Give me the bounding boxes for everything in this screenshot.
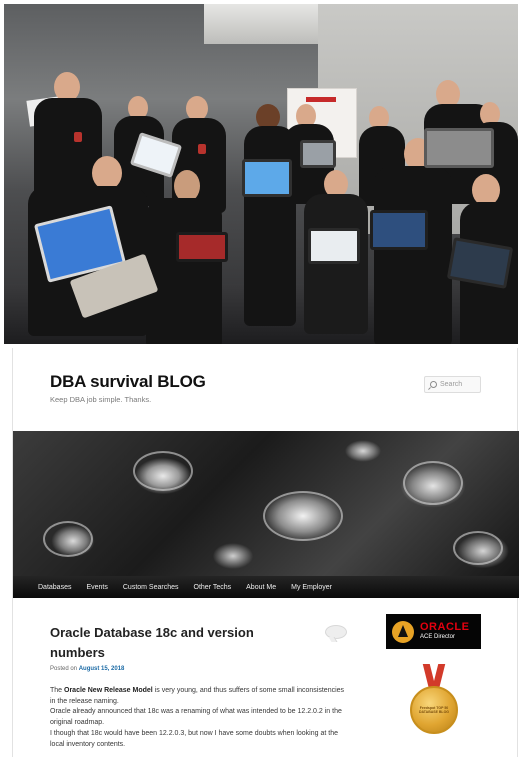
comment-bubble-icon[interactable] — [325, 625, 347, 639]
post-date-link[interactable]: August 15, 2018 — [79, 666, 125, 672]
blog-page: DBA survival BLOG Keep DBA job simple. T… — [12, 348, 519, 757]
ace-logo-icon — [392, 620, 414, 643]
nav-item-about-me[interactable]: About Me — [246, 584, 276, 591]
nav-item-custom-searches[interactable]: Custom Searches — [123, 584, 179, 591]
medal-text: Feedspot TOP 50 DATABASE BLOG — [419, 705, 450, 715]
p1-bold-term: Oracle New Release Model — [64, 687, 153, 694]
post-paragraph: The Oracle New Release Model is very you… — [50, 686, 350, 707]
search-placeholder: Search — [440, 381, 463, 388]
ace-title: ACE Director — [420, 634, 456, 640]
posted-prefix: Posted on — [50, 666, 78, 672]
photo-laptop — [424, 128, 494, 168]
nav-item-my-employer[interactable]: My Employer — [291, 584, 332, 591]
medal-coin-icon: Feedspot TOP 50 DATABASE BLOG — [410, 686, 458, 734]
photo-laptop — [300, 140, 336, 168]
site-description: Keep DBA job simple. Thanks. — [50, 395, 152, 404]
photo-laptop — [308, 228, 360, 264]
search-input[interactable]: Search — [424, 376, 481, 393]
oracle-ace-director-badge[interactable]: ORACLE ACE Director — [386, 614, 481, 649]
nav-item-other-techs[interactable]: Other Techs — [194, 584, 232, 591]
post-paragraph: Oracle already announced that 18c was a … — [50, 708, 342, 727]
header-group-photo — [4, 4, 518, 344]
main-navigation: Databases Events Custom Searches Other T… — [13, 576, 519, 598]
post-title[interactable]: Oracle Database 18c and version numbers — [50, 623, 290, 663]
post-content: The Oracle New Release Model is very you… — [50, 686, 350, 750]
nav-item-databases[interactable]: Databases — [38, 584, 71, 591]
post-paragraph: I though that 18c would have been 12.2.0… — [50, 729, 338, 748]
search-icon — [430, 381, 437, 388]
photo-laptop — [446, 237, 514, 289]
ace-brand: ORACLE — [420, 621, 470, 633]
p1-text-pre: The — [50, 687, 63, 694]
photo-laptop — [242, 159, 292, 197]
top-blog-medal[interactable]: Feedspot TOP 50 DATABASE BLOG — [407, 664, 461, 757]
nav-item-events[interactable]: Events — [86, 584, 107, 591]
site-title[interactable]: DBA survival BLOG — [50, 372, 206, 392]
medal-ribbon-icon — [422, 664, 446, 690]
photo-laptop — [176, 232, 228, 262]
post-meta: Posted on August 15, 2018 — [50, 666, 124, 672]
photo-laptop — [370, 210, 428, 250]
header-banner-image — [13, 431, 519, 576]
